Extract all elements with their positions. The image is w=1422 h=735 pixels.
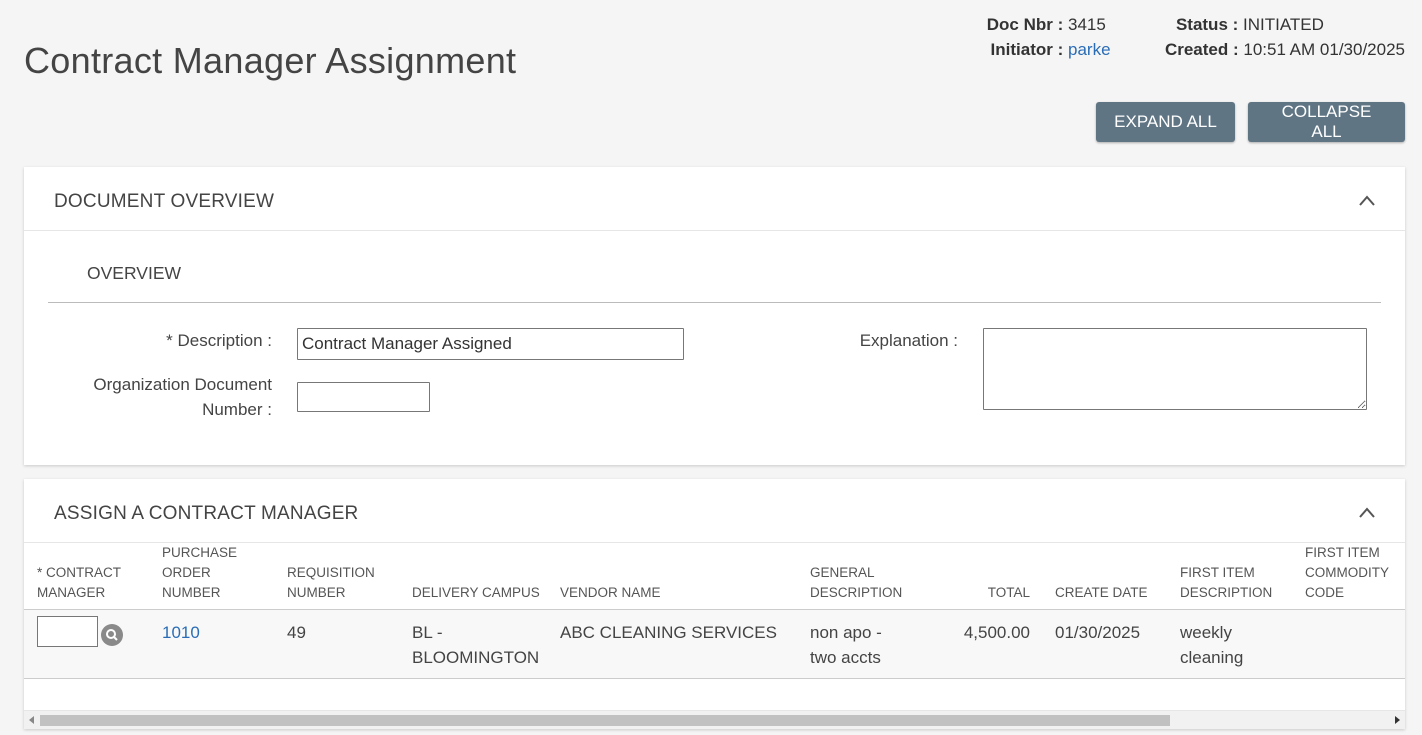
cell-create-date: 01/30/2025: [1042, 609, 1167, 679]
col-create-date[interactable]: CREATE DATE: [1042, 543, 1167, 610]
cell-first-item-description: weekly cleaning: [1167, 609, 1292, 679]
assign-heading: ASSIGN A CONTRACT MANAGER: [54, 503, 359, 524]
doc-meta-left: Doc Nbr : 3415 Initiator : parke: [987, 12, 1118, 62]
overview-subheading: OVERVIEW: [87, 263, 182, 283]
table-row: 1010 49 BL - BLOOMINGTON ABC CLEANING SE…: [24, 609, 1405, 679]
table-header-row: * CONTRACT MANAGER PURCHASE ORDER NUMBER…: [24, 543, 1405, 610]
initiator-label: Initiator :: [990, 40, 1064, 59]
col-contract-manager[interactable]: * CONTRACT MANAGER: [24, 543, 149, 610]
cell-contract-manager: [24, 609, 149, 679]
scroll-right-arrow-icon[interactable]: [1395, 716, 1400, 724]
cell-general-description: non apo - two accts: [797, 609, 917, 679]
expand-all-button[interactable]: EXPAND ALL: [1096, 102, 1235, 142]
contract-manager-table: * CONTRACT MANAGER PURCHASE ORDER NUMBER…: [24, 543, 1405, 679]
status-label: Status :: [1175, 15, 1239, 34]
org-doc-number-label-line1: Organization Document: [93, 375, 272, 394]
document-overview-header[interactable]: DOCUMENT OVERVIEW: [24, 167, 1405, 231]
collapse-all-button[interactable]: COLLAPSE ALL: [1248, 102, 1405, 142]
contract-manager-input[interactable]: [37, 616, 98, 648]
cell-vendor-name: ABC CLEANING SERVICES: [547, 609, 797, 679]
cell-delivery-campus: BL - BLOOMINGTON: [399, 609, 547, 679]
col-requisition-number[interactable]: REQUISITION NUMBER: [274, 543, 399, 610]
scroll-left-arrow-icon[interactable]: [29, 716, 34, 724]
chevron-up-icon[interactable]: [1359, 505, 1375, 521]
col-vendor-name[interactable]: VENDOR NAME: [547, 543, 797, 610]
overview-subheader: OVERVIEW: [48, 231, 1381, 303]
cell-total: 4,500.00: [917, 609, 1042, 679]
created-label: Created :: [1164, 40, 1239, 59]
assign-header[interactable]: ASSIGN A CONTRACT MANAGER: [24, 479, 1405, 543]
status-value: INITIATED: [1243, 15, 1324, 34]
assign-contract-manager-panel: ASSIGN A CONTRACT MANAGER * CONTRACT MAN…: [24, 479, 1405, 729]
scrollbar-thumb[interactable]: [40, 715, 1170, 726]
purchase-order-link[interactable]: 1010: [162, 623, 200, 642]
doc-meta-right: Status : INITIATED Created : 10:51 AM 01…: [1165, 12, 1405, 62]
org-doc-number-label: Organization Document Number :: [54, 372, 272, 422]
description-input[interactable]: [297, 328, 684, 360]
document-overview-panel: DOCUMENT OVERVIEW OVERVIEW * Description…: [24, 167, 1405, 465]
doc-nbr-value: 3415: [1068, 15, 1106, 34]
document-overview-heading: DOCUMENT OVERVIEW: [54, 191, 275, 212]
cell-requisition-number: 49: [274, 609, 399, 679]
col-delivery-campus[interactable]: DELIVERY CAMPUS: [399, 543, 547, 610]
doc-nbr-label: Doc Nbr :: [986, 15, 1064, 34]
col-purchase-order-number[interactable]: PURCHASE ORDER NUMBER: [149, 543, 274, 610]
cell-purchase-order-number: 1010: [149, 609, 274, 679]
cell-first-item-commodity-code: [1292, 609, 1405, 679]
search-icon[interactable]: [101, 623, 123, 646]
org-doc-number-input[interactable]: [297, 382, 430, 412]
col-first-item-commodity-code[interactable]: FIRST ITEM COMMODITY CODE: [1292, 543, 1405, 610]
description-label: * Description :: [166, 331, 272, 350]
org-doc-number-label-line2: Number :: [202, 400, 272, 419]
page-title: Contract Manager Assignment: [24, 40, 517, 81]
chevron-up-icon[interactable]: [1359, 193, 1375, 209]
horizontal-scrollbar[interactable]: [24, 710, 1405, 729]
created-value: 10:51 AM 01/30/2025: [1243, 40, 1405, 59]
col-total[interactable]: TOTAL: [917, 543, 1042, 610]
explanation-textarea[interactable]: [983, 328, 1367, 410]
explanation-label: Explanation :: [859, 331, 958, 350]
col-first-item-description[interactable]: FIRST ITEM DESCRIPTION: [1167, 543, 1292, 610]
col-general-description[interactable]: GENERAL DESCRIPTION: [797, 543, 917, 610]
initiator-link[interactable]: parke: [1068, 40, 1111, 59]
